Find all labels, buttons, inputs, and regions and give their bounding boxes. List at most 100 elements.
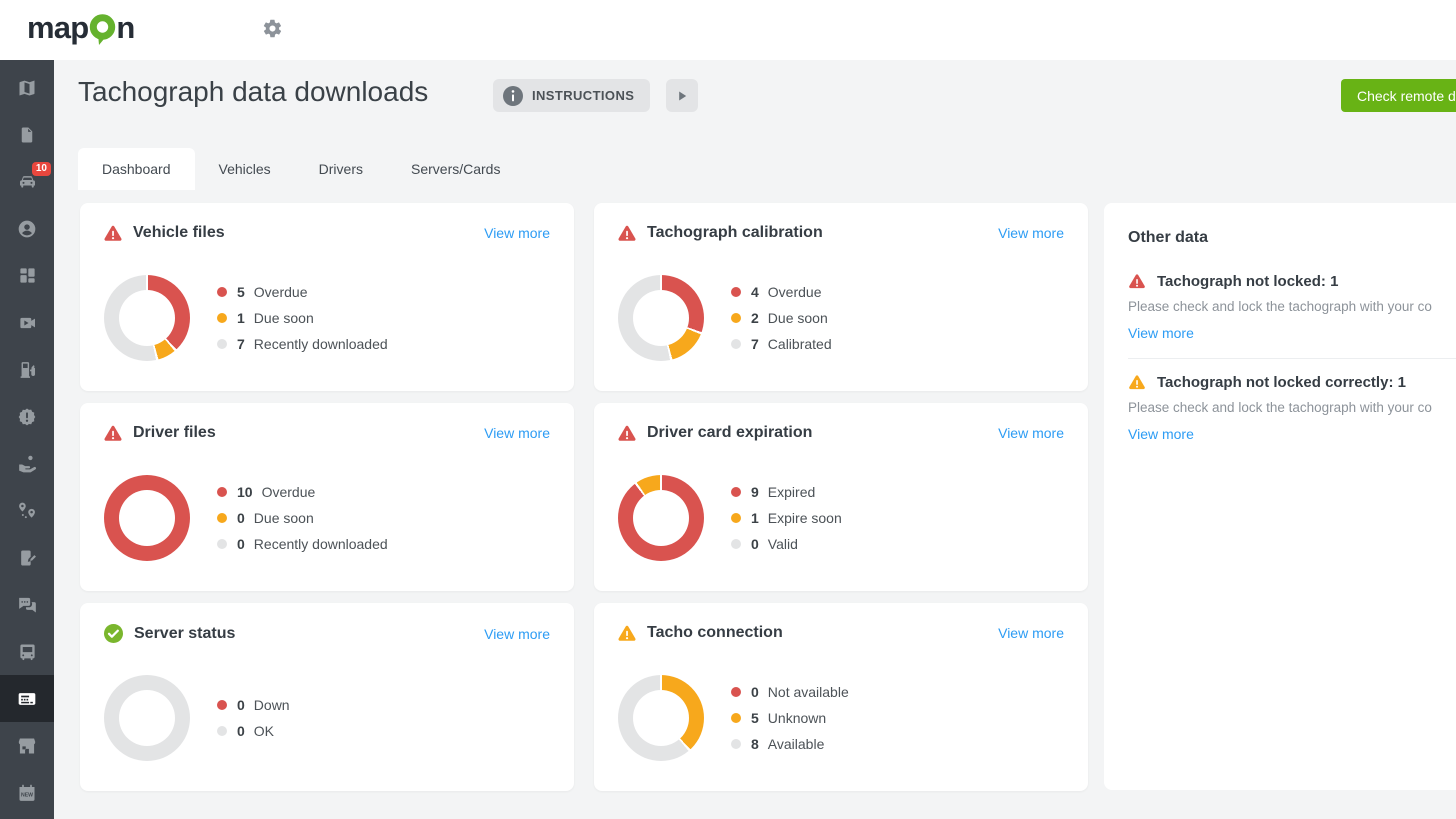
card-body: 0Not available5Unknown8Available <box>618 657 1064 779</box>
alert-title: Tachograph not locked: 1 <box>1157 273 1338 290</box>
chart-legend: 0Not available5Unknown8Available <box>731 684 849 752</box>
legend-dot <box>731 287 741 297</box>
dashboard-icon <box>18 266 37 285</box>
legend-value: 1 <box>237 310 245 326</box>
card-header: Tachograph calibration View more <box>594 203 1088 242</box>
sidebar-item-dashboard[interactable] <box>0 252 54 299</box>
donut-chart <box>618 475 704 561</box>
legend-label: Overdue <box>768 284 822 300</box>
view-more-link[interactable]: View more <box>998 625 1064 641</box>
tab-vehicles[interactable]: Vehicles <box>195 148 295 190</box>
sidebar-item-users[interactable] <box>0 205 54 252</box>
warning-yellow-icon <box>618 625 636 642</box>
divider <box>1128 358 1456 359</box>
warning-red-icon <box>104 425 122 442</box>
legend-item: 1Expire soon <box>731 510 842 526</box>
donut-chart <box>104 675 190 761</box>
legend-item: 4 Overdue <box>731 284 832 300</box>
sidebar-item-fuel[interactable] <box>0 346 54 393</box>
card-body: 9Expired1Expire soon0Valid <box>618 457 1064 579</box>
legend-label: Due soon <box>768 310 828 326</box>
legend-value: 4 <box>751 284 759 300</box>
view-more-link[interactable]: View more <box>1128 426 1194 442</box>
donut-chart <box>104 475 190 561</box>
fuel-icon <box>18 360 37 380</box>
sidebar-item-tasks[interactable] <box>0 534 54 581</box>
legend-item: 9Expired <box>731 484 842 500</box>
topbar: map n <box>0 0 1456 60</box>
dashboard-card: Server status View more 0Down0OK <box>80 603 574 791</box>
view-more-link[interactable]: View more <box>484 225 550 241</box>
card-body: 10Overdue0Due soon0Recently downloaded <box>104 457 550 579</box>
card-title: Driver card expiration <box>647 424 812 442</box>
legend-value: 10 <box>237 484 253 500</box>
legend-label: Overdue <box>254 284 308 300</box>
sidebar-item-map[interactable] <box>0 64 54 111</box>
dashboard-card: Vehicle files View more 5Overdue1Due soo… <box>80 203 574 391</box>
legend-dot <box>217 313 227 323</box>
tab-servers-cards[interactable]: Servers/Cards <box>387 148 524 190</box>
card-body: 5Overdue1Due soon7Recently downloaded <box>104 257 550 379</box>
info-icon <box>503 86 523 106</box>
services-icon <box>17 454 38 474</box>
other-data-panel: Other data Tachograph not locked: 1Pleas… <box>1104 203 1456 790</box>
legend-dot <box>731 339 741 349</box>
dashboard-card: Tachograph calibration View more 4 Overdu… <box>594 203 1088 391</box>
view-more-link[interactable]: View more <box>998 225 1064 241</box>
legend-label: Expired <box>768 484 815 500</box>
sidebar-item-video[interactable] <box>0 299 54 346</box>
warning-red-icon <box>618 225 636 242</box>
play-button[interactable] <box>666 79 698 112</box>
warning-red-icon <box>1129 274 1146 290</box>
card-title: Driver files <box>133 424 216 442</box>
sidebar-item-marketplace[interactable] <box>0 722 54 769</box>
alert-description: Please check and lock the tachograph wit… <box>1128 400 1456 415</box>
check-remote-button[interactable]: Check remote d <box>1341 79 1456 112</box>
sidebar-nav: 10 NEW <box>0 60 54 816</box>
legend-value: 8 <box>751 736 759 752</box>
sidebar-item-transport[interactable] <box>0 628 54 675</box>
sidebar-item-chat[interactable] <box>0 581 54 628</box>
mapon-logo-o-icon <box>89 14 116 48</box>
sidebar-item-routes[interactable] <box>0 487 54 534</box>
dashboard-card: Driver files View more 10Overdue0Due soo… <box>80 403 574 591</box>
users-icon <box>17 219 37 239</box>
chat-icon <box>17 595 38 615</box>
sidebar-item-services[interactable] <box>0 440 54 487</box>
legend-value: 5 <box>751 710 759 726</box>
view-more-link[interactable]: View more <box>484 626 550 642</box>
notification-badge: 10 <box>32 162 51 176</box>
card-title: Server status <box>134 625 235 643</box>
tab-dashboard[interactable]: Dashboard <box>78 148 195 190</box>
legend-item: 8 Available <box>731 736 849 752</box>
sidebar-item-calendar[interactable]: NEW <box>0 769 54 816</box>
tab-drivers[interactable]: Drivers <box>295 148 387 190</box>
legend-value: 7 <box>237 336 245 352</box>
card-title: Tachograph calibration <box>647 224 823 242</box>
donut-hole <box>119 290 175 346</box>
view-more-link[interactable]: View more <box>1128 325 1194 341</box>
sidebar-item-alerts[interactable] <box>0 393 54 440</box>
legend-label: Available <box>768 736 825 752</box>
svg-text:NEW: NEW <box>21 792 33 798</box>
legend-dot <box>217 700 227 710</box>
sidebar-item-documents[interactable] <box>0 111 54 158</box>
map-icon <box>17 78 37 98</box>
legend-item: 0Not available <box>731 684 849 700</box>
play-icon <box>676 90 688 102</box>
view-more-link[interactable]: View more <box>998 425 1064 441</box>
other-data-alerts: Tachograph not locked: 1 Please check and… <box>1128 273 1456 444</box>
card-body: 4Overdue2Due soon7Calibrated <box>618 257 1064 379</box>
mapon-logo[interactable]: map n <box>27 13 134 48</box>
warning-yellow-icon <box>1129 375 1146 391</box>
legend-value: 5 <box>237 284 245 300</box>
legend-label: Expire soon <box>768 510 842 526</box>
view-more-link[interactable]: View more <box>484 425 550 441</box>
sidebar-item-vehicles[interactable]: 10 <box>0 158 54 205</box>
donut-hole <box>633 290 689 346</box>
instructions-button[interactable]: INSTRUCTIONS <box>493 79 650 112</box>
legend-value: 0 <box>751 684 759 700</box>
sidebar-item-tachograph[interactable] <box>0 675 54 722</box>
donut-hole <box>119 490 175 546</box>
settings-gear-icon[interactable] <box>257 15 287 45</box>
